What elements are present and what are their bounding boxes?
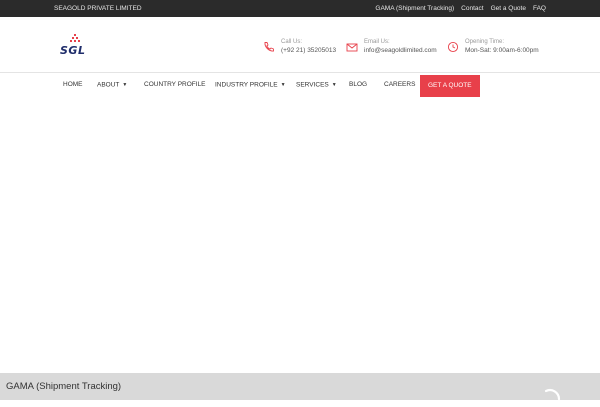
- chevron-down-icon: ▼: [122, 82, 128, 88]
- nav-item-about[interactable]: ABOUT ▼: [97, 73, 127, 97]
- logo-text: SGL: [60, 44, 86, 57]
- page-title-bar: GAMA (Shipment Tracking): [0, 373, 600, 401]
- nav-item-services[interactable]: SERVICES ▼: [296, 73, 337, 97]
- logo-dots-icon: [70, 34, 80, 42]
- get-a-quote-button[interactable]: GET A QUOTE: [420, 75, 480, 97]
- nav-item-about-label: ABOUT: [97, 81, 120, 89]
- nav-item-industry-profile[interactable]: INDUSTRY PROFILE ▼: [215, 73, 286, 97]
- site-header: SGL Call Us: (+92 21) 35205013 Email Us:…: [0, 17, 600, 73]
- chevron-down-icon: ▼: [331, 82, 337, 88]
- email-value: info@seagoldlimited.com: [364, 47, 437, 54]
- hours-label: Opening Time:: [465, 39, 505, 45]
- contact-call: Call Us: (+92 21) 35205013: [263, 38, 336, 56]
- envelope-icon: [346, 43, 358, 52]
- nav-item-careers[interactable]: CAREERS: [384, 73, 415, 97]
- nav-item-industry-profile-label: INDUSTRY PROFILE: [215, 81, 278, 89]
- link-contact[interactable]: Contact: [461, 5, 483, 12]
- hours-value: Mon-Sat: 9:00am-6:00pm: [465, 47, 539, 54]
- main-nav: HOME ABOUT ▼ COUNTRY PROFILE INDUSTRY PRO…: [0, 73, 600, 98]
- contact-hours: Opening Time: Mon-Sat: 9:00am-6:00pm: [447, 38, 539, 56]
- contact-email: Email Us: info@seagoldlimited.com: [346, 38, 437, 56]
- top-links: GAMA (Shipment Tracking) Contact Get a Q…: [375, 5, 546, 12]
- call-label: Call Us:: [281, 39, 303, 45]
- nav-item-blog[interactable]: BLOG: [349, 73, 367, 97]
- link-gama-tracking[interactable]: GAMA (Shipment Tracking): [375, 5, 454, 12]
- nav-item-country-profile[interactable]: COUNTRY PROFILE: [144, 73, 206, 97]
- chevron-down-icon: ▼: [280, 82, 286, 88]
- nav-item-services-label: SERVICES: [296, 81, 329, 89]
- phone-icon: [264, 42, 274, 52]
- site-logo[interactable]: SGL: [60, 34, 100, 58]
- loading-spinner-icon: [544, 388, 561, 401]
- company-name: SEAGOLD PRIVATE LIMITED: [54, 5, 142, 12]
- call-value: (+92 21) 35205013: [281, 47, 337, 54]
- nav-item-home[interactable]: HOME: [63, 73, 83, 97]
- page-title: GAMA (Shipment Tracking): [6, 381, 122, 392]
- main-content: [0, 98, 600, 373]
- clock-icon: [447, 41, 459, 53]
- email-label: Email Us:: [364, 39, 390, 45]
- link-faq[interactable]: FAQ: [533, 5, 546, 12]
- link-get-a-quote[interactable]: Get a Quote: [491, 5, 526, 12]
- top-bar: SEAGOLD PRIVATE LIMITED GAMA (Shipment T…: [0, 0, 600, 17]
